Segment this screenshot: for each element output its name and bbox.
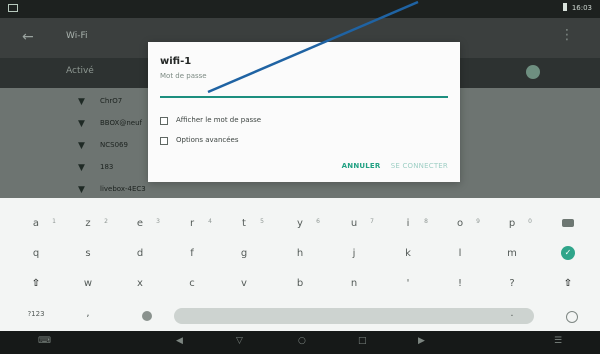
key-j[interactable]: j [332, 242, 376, 266]
key-w[interactable]: w [66, 272, 110, 296]
network-name: NCS069 [100, 141, 128, 149]
key-h[interactable]: h [278, 242, 322, 266]
network-name: 183 [100, 163, 114, 171]
advanced-options-label: Options avancées [176, 136, 239, 144]
wifi-icon: ▼ [78, 163, 85, 173]
key-r[interactable]: 4r [170, 212, 214, 236]
back-icon[interactable]: ▽ [236, 336, 243, 346]
mic-icon[interactable] [566, 311, 578, 323]
back-arrow-icon[interactable]: ← [22, 29, 34, 45]
key-k[interactable]: k [386, 242, 430, 266]
key-comma[interactable]: , [66, 302, 110, 326]
wifi-icon: ▼ [78, 97, 85, 107]
key-c[interactable]: c [170, 272, 214, 296]
advanced-options-checkbox[interactable]: Options avancées [160, 134, 440, 148]
wifi-icon: ▼ [78, 185, 85, 195]
more-icon[interactable]: ⋮ [560, 27, 574, 43]
show-password-checkbox[interactable]: Afficher le mot de passe [160, 114, 440, 128]
emoji-icon[interactable] [142, 311, 152, 321]
checkbox[interactable] [160, 117, 168, 125]
network-name: livebox-4EC3 [100, 185, 146, 193]
status-time: 16:03 [571, 4, 592, 12]
shift-icon: ⇧ [563, 278, 573, 289]
key-question[interactable]: ? [490, 272, 534, 296]
key-period[interactable]: . [490, 302, 534, 326]
key-z[interactable]: 2z [66, 212, 110, 236]
key-x[interactable]: x [118, 272, 162, 296]
symbols-key[interactable]: ?123 [14, 302, 58, 326]
toggle-on-icon[interactable] [526, 65, 540, 79]
key-o[interactable]: 9o [438, 212, 482, 236]
key-e[interactable]: 3e [118, 212, 162, 236]
home-icon[interactable]: ○ [298, 336, 306, 346]
key-apostrophe[interactable]: ' [386, 272, 430, 296]
page-title: Wi-Fi [66, 31, 88, 41]
battery-icon [562, 3, 567, 11]
key-b[interactable]: b [278, 272, 322, 296]
dialog-title: wifi-1 [160, 56, 192, 67]
key-p[interactable]: 0p [490, 212, 534, 236]
key-q[interactable]: q [14, 242, 58, 266]
status-bar: 16:03 [0, 0, 600, 18]
spacebar[interactable] [174, 308, 534, 324]
recents-icon[interactable]: □ [358, 336, 367, 346]
shift-icon: ⇧ [31, 278, 41, 289]
checkbox[interactable] [160, 137, 168, 145]
key-n[interactable]: n [332, 272, 376, 296]
key-f[interactable]: f [170, 242, 214, 266]
key-t[interactable]: 5t [222, 212, 266, 236]
show-password-label: Afficher le mot de passe [176, 116, 262, 124]
wifi-status-label: Activé [66, 66, 94, 76]
key-y[interactable]: 6y [278, 212, 322, 236]
shift-right-key[interactable]: ⇧ [546, 272, 590, 296]
on-screen-keyboard: 1a 2z 3e 4r 5t 6y 7u 8i 9o 0p q s d f g … [0, 198, 600, 331]
status-right: 16:03 [562, 3, 592, 12]
network-name: ChrO7 [100, 97, 123, 105]
password-label: Mot de passe [160, 72, 207, 80]
keyboard-row-3: ⇧ w x c v b n ' ! ? ⇧ [0, 272, 600, 300]
volume-down-icon[interactable]: ◀ [176, 336, 183, 346]
volume-up-icon[interactable]: ▶ [418, 336, 425, 346]
keyboard-row-1: 1a 2z 3e 4r 5t 6y 7u 8i 9o 0p [0, 212, 600, 240]
key-g[interactable]: g [222, 242, 266, 266]
keyboard-row-2: q s d f g h j k l m ✓ [0, 242, 600, 270]
menu-icon[interactable]: ☰ [554, 336, 562, 346]
connect-button[interactable]: SE CONNECTER [391, 162, 448, 170]
key-m[interactable]: m [490, 242, 534, 266]
notification-square-icon [8, 4, 18, 12]
keyboard-hide-icon[interactable]: ⌨ [38, 336, 51, 346]
key-l[interactable]: l [438, 242, 482, 266]
wifi-icon: ▼ [78, 119, 85, 129]
backspace-icon [562, 219, 574, 227]
key-d[interactable]: d [118, 242, 162, 266]
key-exclamation[interactable]: ! [438, 272, 482, 296]
key-v[interactable]: v [222, 272, 266, 296]
shift-left-key[interactable]: ⇧ [14, 272, 58, 296]
enter-key[interactable]: ✓ [546, 242, 590, 266]
dialog-actions: ANNULER SE CONNECTER [334, 162, 448, 170]
key-a[interactable]: 1a [14, 212, 58, 236]
backspace-key[interactable] [546, 212, 590, 236]
password-input[interactable] [160, 84, 448, 98]
cancel-button[interactable]: ANNULER [342, 162, 381, 170]
wifi-icon: ▼ [78, 141, 85, 151]
key-u[interactable]: 7u [332, 212, 376, 236]
key-s[interactable]: s [66, 242, 110, 266]
network-name: BBOX@neuf [100, 119, 142, 127]
navigation-bar: ⌨ ◀ ▽ ○ □ ▶ ☰ [0, 331, 600, 354]
key-i[interactable]: 8i [386, 212, 430, 236]
enter-icon: ✓ [561, 246, 575, 260]
wifi-password-dialog: wifi-1 Mot de passe Afficher le mot de p… [148, 42, 460, 182]
